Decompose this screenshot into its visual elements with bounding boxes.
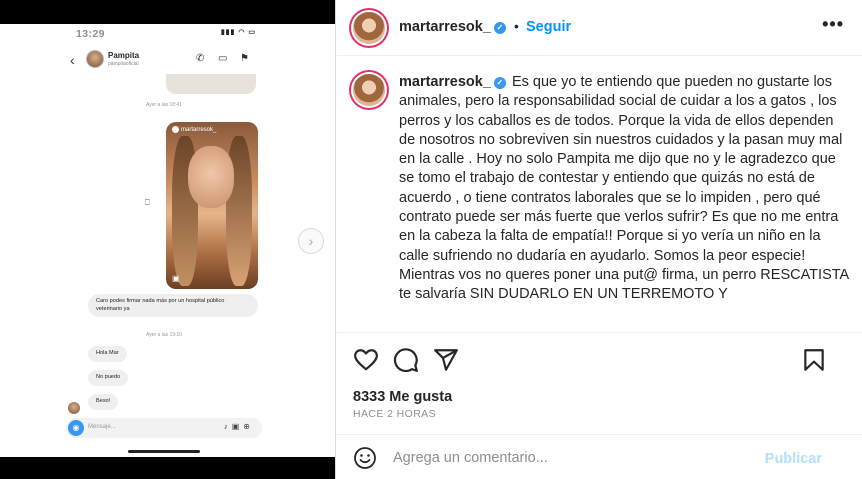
back-icon: ‹	[70, 52, 75, 68]
action-bar	[337, 345, 862, 377]
publish-button[interactable]: Publicar	[765, 451, 822, 467]
input-icons: ♪▣⊕	[224, 422, 254, 431]
message-placeholder: Mensaje...	[88, 424, 116, 430]
post-time[interactable]: HACE 2 HORAS	[353, 408, 436, 420]
sticker-icon: ⊕	[243, 422, 254, 431]
post-panel: martarresok_ ✓ • Seguir ••• martarresok_ ✓…	[337, 0, 862, 479]
like-icon[interactable]	[353, 347, 379, 373]
shared-reel: martarresok_ ▣	[166, 122, 258, 289]
caption: martarresok_ ✓ Es que yo te entiendo que …	[399, 73, 849, 305]
contact-handle: pampitaoficial	[108, 61, 139, 67]
next-arrow-icon[interactable]: ›	[298, 228, 324, 254]
save-icon[interactable]	[801, 347, 827, 373]
status-icons: ▮▮▮ ◠ ▭	[220, 29, 256, 36]
post-header: martarresok_ ✓ • Seguir •••	[337, 0, 862, 56]
caption-avatar[interactable]	[353, 74, 385, 106]
save-icon: ⎕	[145, 198, 150, 207]
home-indicator	[128, 450, 200, 453]
camera-icon: ◉	[68, 420, 84, 436]
letterbox-top	[0, 0, 335, 24]
message-bubble: Beso!	[88, 394, 119, 410]
phone-screenshot: 13:29 ▮▮▮ ◠ ▭ ‹ Pampita pampitaoficial ✆…	[58, 24, 270, 457]
follow-button[interactable]: Seguir	[526, 19, 571, 35]
status-time: 13:29	[76, 28, 105, 40]
post-media: 13:29 ▮▮▮ ◠ ▭ ‹ Pampita pampitaoficial ✆…	[0, 0, 336, 479]
message-bubble: No puedo	[88, 370, 129, 386]
comment-bar: Publicar	[337, 434, 862, 479]
likes-count[interactable]: 8333 Me gusta	[353, 389, 452, 405]
separator-dot: •	[514, 18, 519, 34]
emoji-icon[interactable]	[353, 446, 377, 470]
author-avatar[interactable]	[353, 12, 385, 44]
share-icon[interactable]	[433, 347, 459, 373]
timestamp: Ayer a las 19:10	[145, 332, 183, 338]
verified-icon: ✓	[493, 77, 506, 89]
contact-avatar	[86, 50, 104, 68]
chat-header: ‹ Pampita pampitaoficial ✆ ▭ ⚑	[58, 46, 270, 76]
caption-username[interactable]: martarresok_ ✓	[399, 74, 506, 90]
reel-user: martarresok_	[172, 126, 216, 133]
caption-area: martarresok_ ✓ Es que yo te entiendo que …	[337, 57, 862, 333]
author-username[interactable]: martarresok_ ✓	[399, 19, 506, 35]
timestamp: Ayer a las 18:41	[145, 102, 183, 108]
letterbox-bottom	[0, 457, 335, 479]
video-icon: ▭	[218, 53, 228, 64]
comment-icon[interactable]	[393, 347, 419, 373]
status-bar: 13:29 ▮▮▮ ◠ ▭	[58, 28, 270, 40]
message-input-bar: ◉ Mensaje... ♪▣⊕	[66, 418, 262, 438]
contact-name: Pampita	[108, 51, 140, 60]
previous-image	[166, 74, 256, 94]
mic-icon: ♪	[223, 422, 232, 431]
message-bubble: Hola Mar	[88, 346, 127, 362]
sender-avatar	[68, 402, 80, 414]
message-bubble: Caro podes firmar nada más por un hospit…	[88, 294, 258, 318]
verified-icon: ✓	[493, 22, 506, 34]
caption-text: Es que yo te entiendo que pueden no gust…	[399, 74, 849, 303]
more-options-icon[interactable]: •••	[822, 14, 844, 35]
gallery-icon: ▣	[231, 422, 244, 431]
comment-input[interactable]	[393, 446, 753, 470]
flag-icon: ⚑	[240, 53, 249, 64]
reel-face	[188, 146, 234, 208]
reel-icon: ▣	[172, 274, 180, 283]
phone-icon: ✆	[196, 53, 205, 64]
